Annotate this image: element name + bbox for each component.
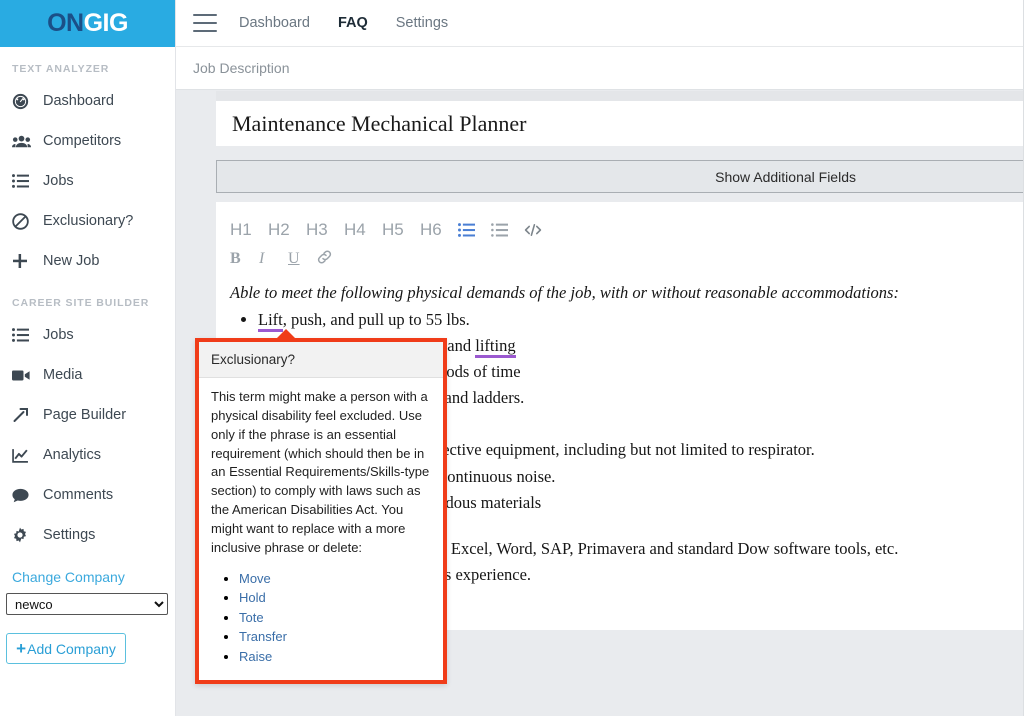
- sidebar-item-label: Analytics: [43, 446, 102, 463]
- logo-gig: GIG: [83, 9, 129, 37]
- list-item: Raise: [239, 648, 431, 666]
- video-camera-icon: [12, 367, 34, 383]
- logo-text: ONGIG: [47, 9, 128, 38]
- exclusionary-tooltip: Exclusionary? This term might make a per…: [195, 329, 447, 684]
- topnav-dashboard[interactable]: Dashboard: [239, 15, 310, 31]
- list-icon: [12, 327, 34, 343]
- breadcrumb-job-description: Job Description: [193, 60, 290, 76]
- change-company-link[interactable]: Change Company: [0, 555, 175, 591]
- suggestion-tote[interactable]: Tote: [239, 610, 264, 625]
- company-select[interactable]: newco: [6, 593, 168, 615]
- chart-icon: [12, 447, 34, 463]
- sidebar-item-jobs-career[interactable]: Jobs: [0, 315, 175, 355]
- list-item: Transfer: [239, 628, 431, 646]
- sidebar-section-text-analyzer: TEXT ANALYZER: [12, 63, 110, 75]
- clipped-text-remnant: [216, 91, 1024, 101]
- sidebar-item-new-job[interactable]: New Job: [0, 241, 175, 281]
- sidebar-item-label: New Job: [43, 252, 100, 269]
- tooltip-description: This term might make a person with a phy…: [211, 389, 430, 555]
- code-icon[interactable]: [524, 223, 557, 237]
- sidebar: ONGIG TEXT ANALYZER Dashboard Competitor…: [0, 0, 176, 716]
- top-navbar: Dashboard FAQ Settings: [176, 0, 1024, 47]
- sidebar-item-media[interactable]: Media: [0, 355, 175, 395]
- plus-icon: [12, 253, 34, 269]
- tooltip-suggestion-list: Move Hold Tote Transfer Raise: [239, 570, 431, 666]
- heading-h5-button[interactable]: H5: [382, 220, 420, 240]
- link-icon[interactable]: [317, 249, 346, 269]
- heading-h4-button[interactable]: H4: [344, 220, 382, 240]
- list-item-text: , push, and pull up to 55 lbs.: [282, 310, 470, 330]
- exclusionary-term-lifting[interactable]: lifting: [475, 336, 516, 359]
- topnav-faq[interactable]: FAQ: [338, 15, 368, 31]
- editor-toolbar-format: B I U: [216, 244, 1024, 274]
- sub-navbar: Job Description: [176, 47, 1024, 90]
- list-item: Tote: [239, 609, 431, 627]
- sidebar-item-exclusionary[interactable]: Exclusionary?: [0, 201, 175, 241]
- no-entry-icon: [12, 212, 34, 230]
- suggestion-hold[interactable]: Hold: [239, 590, 266, 605]
- heading-h3-button[interactable]: H3: [306, 220, 344, 240]
- tooltip-body: This term might make a person with a phy…: [199, 378, 443, 680]
- brand-logo[interactable]: ONGIG: [0, 0, 175, 47]
- doc-lead-paragraph: Able to meet the following physical dema…: [230, 283, 899, 302]
- sidebar-item-settings[interactable]: Settings: [0, 515, 175, 555]
- sidebar-item-label: Competitors: [43, 132, 122, 149]
- sidebar-item-label: Comments: [43, 486, 114, 503]
- app-root: ONGIG TEXT ANALYZER Dashboard Competitor…: [0, 0, 1024, 716]
- comment-icon: [12, 487, 34, 503]
- tooltip-header: Exclusionary?: [199, 342, 443, 378]
- topnav-settings[interactable]: Settings: [396, 15, 448, 31]
- plus-icon: +: [16, 639, 27, 658]
- heading-h2-button[interactable]: H2: [268, 220, 306, 240]
- sidebar-item-label: Dashboard: [43, 92, 114, 109]
- heading-h1-button[interactable]: H1: [230, 220, 268, 240]
- sidebar-item-competitors[interactable]: Competitors: [0, 121, 175, 161]
- sidebar-item-page-builder[interactable]: Page Builder: [0, 395, 175, 435]
- show-additional-fields-label: Show Additional Fields: [715, 168, 856, 185]
- add-company-button[interactable]: + Add Company: [6, 633, 126, 664]
- people-icon: [12, 133, 34, 149]
- add-company-label: Add Company: [27, 640, 116, 657]
- sidebar-item-label: Media: [43, 366, 83, 383]
- hamburger-icon[interactable]: [193, 14, 217, 32]
- suggestion-move[interactable]: Move: [239, 571, 271, 586]
- sidebar-item-analytics[interactable]: Analytics: [0, 435, 175, 475]
- gear-icon: [12, 527, 34, 543]
- dashboard-icon: [12, 93, 34, 109]
- editor-toolbar-headings: H1 H2 H3 H4 H5 H6: [216, 216, 1024, 244]
- sidebar-item-dashboard[interactable]: Dashboard: [0, 81, 175, 121]
- sidebar-item-comments[interactable]: Comments: [0, 475, 175, 515]
- list-item: Lift, push, and pull up to 55 lbs.: [258, 307, 1010, 333]
- sidebar-section-career-site-builder: CAREER SITE BUILDER: [12, 297, 150, 309]
- logo-on: ON: [47, 9, 84, 37]
- suggestion-transfer[interactable]: Transfer: [239, 629, 287, 644]
- suggestion-raise[interactable]: Raise: [239, 649, 272, 664]
- italic-button[interactable]: I: [259, 250, 288, 268]
- unordered-list-icon[interactable]: [458, 223, 491, 237]
- sidebar-item-label: Jobs: [43, 326, 74, 343]
- ordered-list-icon[interactable]: [491, 223, 524, 237]
- list-item: Hold: [239, 589, 431, 607]
- heading-h6-button[interactable]: H6: [420, 220, 458, 240]
- show-additional-fields-bar[interactable]: Show Additional Fields: [216, 160, 1024, 193]
- job-title-card: Maintenance Mechanical Planner: [216, 101, 1024, 146]
- sidebar-item-label: Exclusionary?: [43, 212, 134, 229]
- sidebar-item-label: Settings: [43, 526, 96, 543]
- hammer-icon: [12, 407, 34, 423]
- sidebar-item-label: Jobs: [43, 172, 74, 189]
- list-item: Move: [239, 570, 431, 588]
- page-title: Maintenance Mechanical Planner: [232, 110, 527, 136]
- list-icon: [12, 173, 34, 189]
- top-nav-links: Dashboard FAQ Settings: [239, 15, 448, 31]
- tooltip-arrow: [277, 329, 295, 338]
- sidebar-item-label: Page Builder: [43, 406, 127, 423]
- underline-button[interactable]: U: [288, 250, 317, 268]
- bold-button[interactable]: B: [230, 250, 259, 268]
- sidebar-item-jobs-analyzer[interactable]: Jobs: [0, 161, 175, 201]
